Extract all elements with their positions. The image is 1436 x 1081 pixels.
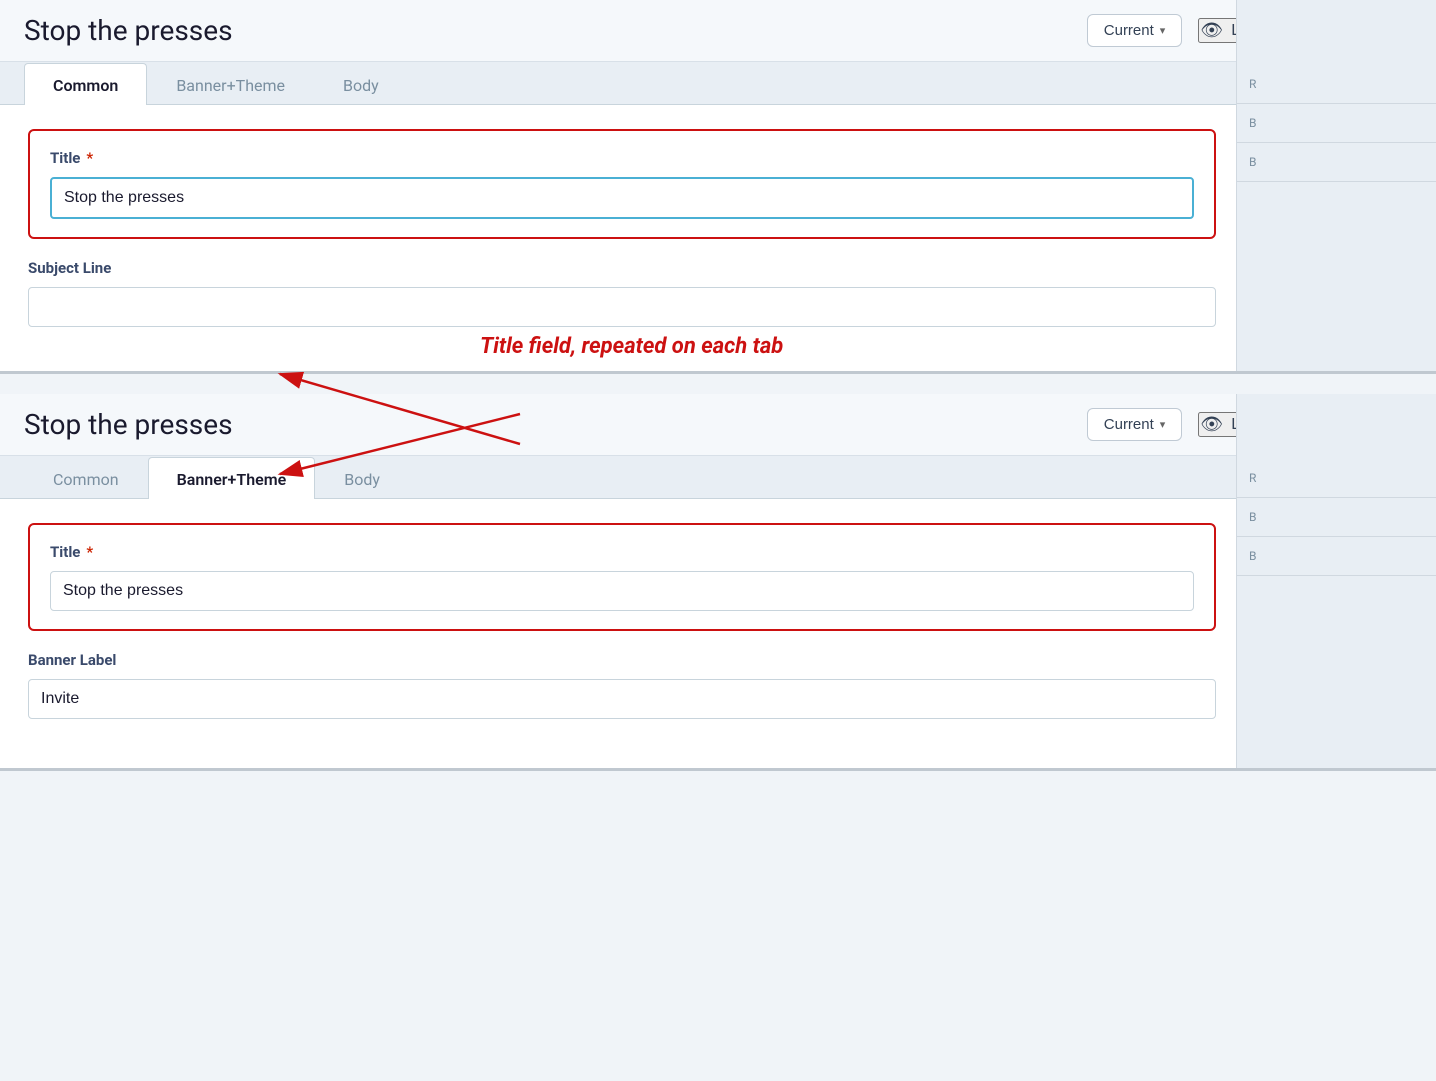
version-dropdown-1[interactable]: Current ▾	[1087, 14, 1183, 47]
tab-common-1[interactable]: Common	[24, 63, 147, 105]
chevron-down-icon-1: ▾	[1160, 24, 1166, 37]
banner-label-input-2[interactable]	[28, 679, 1216, 719]
sidebar2-item-r: R	[1237, 459, 1436, 498]
required-star-1: *	[86, 149, 93, 167]
subject-line-label-1: Subject Line	[28, 259, 1216, 277]
title-label-1: Title *	[50, 149, 1194, 167]
right-sidebar-1: R B B	[1236, 65, 1436, 371]
sidebar2-item-b1: B	[1237, 498, 1436, 537]
sidebar-item-b2: B	[1237, 143, 1436, 182]
tab-body-1[interactable]: Body	[314, 63, 408, 105]
annotation-arrow-svg	[0, 314, 900, 514]
title-label-2: Title *	[50, 543, 1194, 561]
banner-label-label: Banner Label	[28, 651, 1216, 669]
version-dropdown-2[interactable]: Current ▾	[1087, 408, 1183, 441]
tab-banner-theme-1[interactable]: Banner+Theme	[147, 63, 314, 105]
title-field-section-1: Title *	[28, 129, 1216, 239]
eye-icon-1: 👁	[1200, 20, 1223, 41]
title-input-1[interactable]	[50, 177, 1194, 219]
required-star-2: *	[86, 543, 93, 561]
header-1: Stop the presses Current ▾ 👁 Live Previe…	[0, 0, 1436, 62]
sidebar-item-r: R	[1237, 65, 1436, 104]
eye-icon-2: 👁	[1200, 414, 1223, 435]
content-area-2: Title * Banner Label	[0, 498, 1436, 768]
chevron-down-icon-2: ▾	[1160, 418, 1166, 431]
version-label-2: Current	[1104, 416, 1154, 433]
title-input-2[interactable]	[50, 571, 1194, 611]
version-label-1: Current	[1104, 22, 1154, 39]
tabs-bar-1: Common Banner+Theme Body	[0, 62, 1436, 104]
page-title-1: Stop the presses	[24, 14, 1071, 47]
title-field-section-2: Title *	[28, 523, 1216, 631]
banner-label-section-2: Banner Label	[28, 651, 1216, 719]
sidebar2-item-b2: B	[1237, 537, 1436, 576]
sidebar-item-b1: B	[1237, 104, 1436, 143]
right-sidebar-2: R B B	[1236, 459, 1436, 768]
